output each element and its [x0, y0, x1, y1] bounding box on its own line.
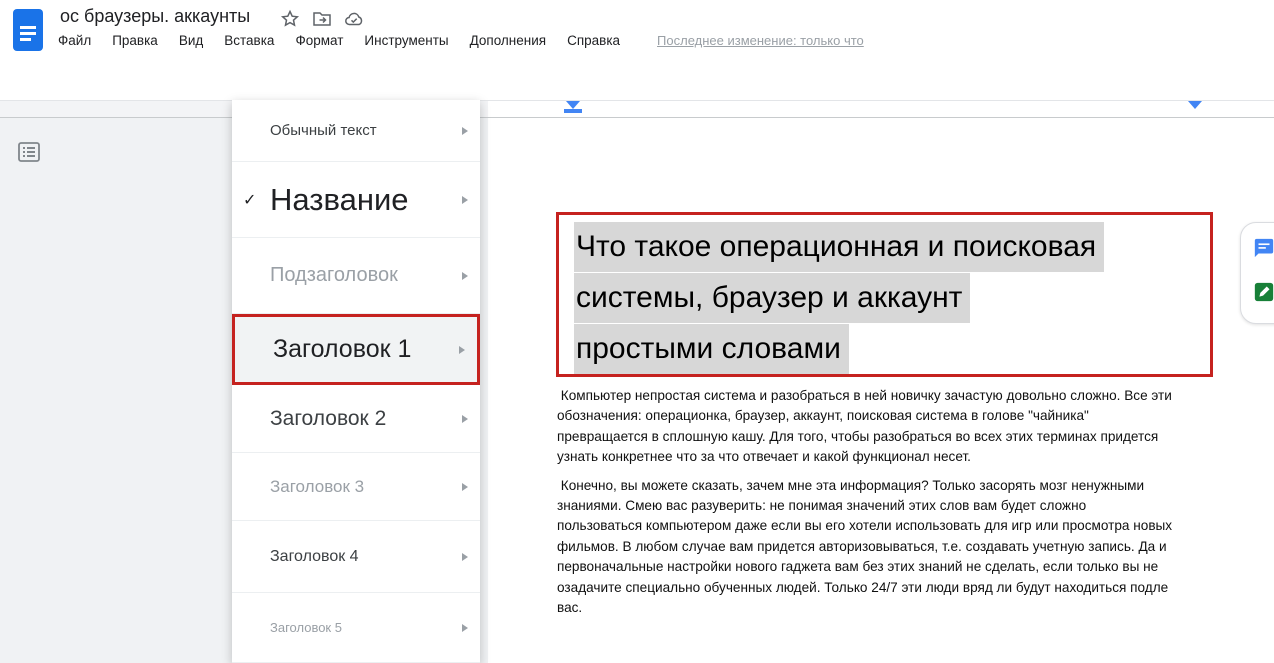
last-edit-link[interactable]: Последнее изменение: только что: [657, 33, 864, 48]
selected-text: Что такое операционная и поисковая: [574, 222, 1104, 272]
style-menu-item-label: Заголовок 3: [270, 477, 364, 497]
menubar-item-1[interactable]: Правка: [112, 33, 158, 48]
style-menu-item-label: Название: [270, 182, 409, 218]
menubar-item-2[interactable]: Вид: [179, 33, 203, 48]
menubar-item-5[interactable]: Инструменты: [364, 33, 448, 48]
doc-paragraph: Конечно, вы можете сказать, зачем мне эт…: [557, 476, 1173, 619]
submenu-arrow-icon: [462, 483, 468, 491]
style-menu-item-h1[interactable]: Заголовок 1: [232, 314, 480, 385]
submenu-arrow-icon: [462, 127, 468, 135]
google-docs-logo[interactable]: [12, 8, 44, 52]
doc-body[interactable]: Компьютер непростая система и разобратьс…: [557, 386, 1173, 626]
submenu-arrow-icon: [459, 346, 465, 354]
doc-paragraph: Компьютер непростая система и разобратьс…: [557, 386, 1173, 468]
style-menu-item-h3[interactable]: Заголовок 3: [232, 453, 480, 521]
style-menu-item-subtitle[interactable]: Подзаголовок: [232, 238, 480, 314]
right-indent-marker[interactable]: [1188, 101, 1202, 109]
submenu-arrow-icon: [462, 553, 468, 561]
left-indent-marker[interactable]: [564, 109, 582, 113]
toolbar: [0, 62, 1274, 101]
google-docs-window: 21123456789101112131415161718 ос браузер…: [0, 0, 1274, 663]
style-menu-item-label: Заголовок 2: [270, 407, 386, 431]
style-menu-item-label: Обычный текст: [270, 122, 377, 139]
menubar-item-3[interactable]: Вставка: [224, 33, 274, 48]
submenu-arrow-icon: [462, 624, 468, 632]
style-menu-item-label: Заголовок 1: [273, 335, 411, 364]
ruler[interactable]: [0, 100, 1274, 118]
doc-title-line: простыми словами: [574, 324, 1104, 375]
first-line-indent-marker[interactable]: [566, 101, 580, 109]
check-icon: ✓: [243, 190, 256, 210]
style-menu-item-label: Заголовок 4: [270, 548, 359, 566]
submenu-arrow-icon: [462, 272, 468, 280]
submenu-arrow-icon: [462, 415, 468, 423]
edit-mode-icon[interactable]: [1253, 281, 1274, 303]
comment-bubble-icon[interactable]: [1253, 237, 1274, 259]
style-menu-item-normal[interactable]: Обычный текст: [232, 100, 480, 162]
document-title[interactable]: ос браузеры. аккаунты: [60, 6, 250, 27]
document-outline-icon[interactable]: [16, 140, 42, 166]
doc-title-line: Что такое операционная и поисковая: [574, 222, 1104, 273]
style-menu-item-h4[interactable]: Заголовок 4: [232, 521, 480, 593]
submenu-arrow-icon: [462, 196, 468, 204]
side-action-panel: [1240, 222, 1274, 324]
style-menu-item-label: Заголовок 5: [270, 620, 342, 635]
style-dropdown: Обычный текст ✓ Название Подзаголовок Заголо…: [232, 100, 480, 663]
style-menu-item-label: Подзаголовок: [270, 264, 398, 287]
menubar-item-4[interactable]: Формат: [295, 33, 343, 48]
header: ос браузеры. аккаунты Файл Правка Вид Встав…: [0, 0, 1274, 62]
star-icon[interactable]: [280, 9, 300, 29]
menubar-items: Файл Правка Вид Вставка Формат Инструменты Доп…: [58, 33, 864, 48]
style-menu-item-title[interactable]: ✓ Название: [232, 162, 480, 238]
ruler-page-area: [488, 100, 1274, 117]
style-dropdown-list: Обычный текст ✓ Название Подзаголовок Заголо…: [232, 100, 480, 663]
menubar-item-7[interactable]: Справка: [567, 33, 620, 48]
cloud-status-icon[interactable]: [344, 9, 364, 29]
menubar-item-0[interactable]: Файл: [58, 33, 91, 48]
doc-title-line: системы, браузер и аккаунт: [574, 273, 1104, 324]
menubar-item-6[interactable]: Дополнения: [470, 33, 546, 48]
selected-text: системы, браузер и аккаунт: [574, 273, 970, 323]
selected-text: простыми словами: [574, 324, 849, 374]
style-menu-item-h5[interactable]: Заголовок 5: [232, 593, 480, 663]
doc-title[interactable]: Что такое операционная и поисковаясистем…: [574, 222, 1104, 375]
move-folder-icon[interactable]: [312, 9, 332, 29]
style-menu-item-h2[interactable]: Заголовок 2: [232, 385, 480, 453]
